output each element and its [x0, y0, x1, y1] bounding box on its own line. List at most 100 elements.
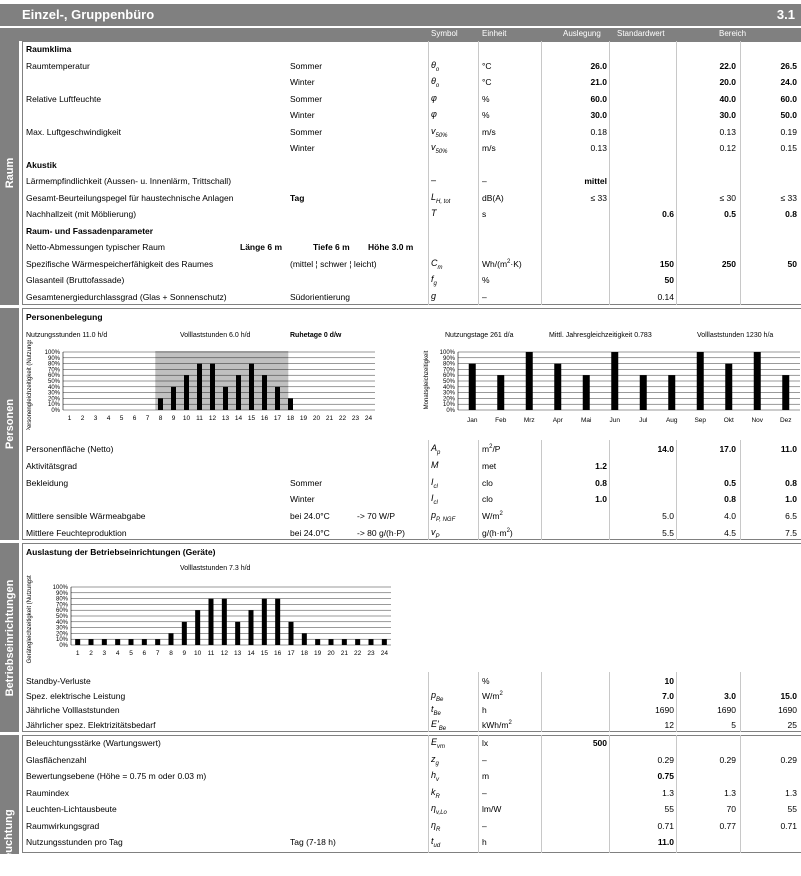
row-label: Mittlere sensible Wärmeabgabe [26, 511, 146, 522]
chart-geraete-tag: Gerätegleichzeitigkeit (Nutzungstag) 0%10… [27, 575, 391, 663]
x-tick-label: 15 [248, 415, 256, 422]
x-tick-label: 7 [146, 415, 150, 422]
row-unit: m/s [482, 126, 496, 137]
bar [381, 639, 387, 645]
y-tick-label: 90% [56, 591, 69, 597]
x-tick-label: 23 [352, 415, 360, 422]
bar [168, 633, 174, 645]
row-bereich-max: 1.3 [785, 787, 797, 798]
y-tick-label: 40% [48, 385, 61, 391]
bar [554, 363, 562, 410]
bar [497, 375, 505, 410]
x-tick-label: Mrz [524, 417, 535, 424]
row-unit: clo [482, 477, 493, 488]
bar [221, 598, 227, 645]
geraete-heading: Auslastung der Betriebseinrichtungen (Ge… [26, 547, 216, 557]
row-label: Bekleidung [26, 477, 69, 488]
y-axis-label: Monatsgleichzeitigkeit [424, 350, 430, 409]
row-bereich-max: ≤ 33 [780, 192, 797, 203]
row-bereich-max: 6.5 [785, 511, 797, 522]
row-label: Personenfläche (Netto) [26, 444, 114, 454]
row-label: Netto-Abmessungen typischer Raum [26, 242, 165, 252]
row-bereich-min: 0.5 [724, 209, 736, 219]
column-divider [740, 672, 741, 732]
row-unit: – [482, 176, 487, 186]
row-label: Relative Luftfeuchte [26, 93, 102, 104]
x-tick-label: 5 [120, 415, 124, 422]
column-divider [676, 735, 677, 853]
row-symbol: Cm [431, 257, 443, 271]
row-symbol: tud [431, 836, 441, 849]
x-tick-label: 18 [301, 650, 309, 657]
section-beleuchtung [22, 735, 801, 853]
row-label: Gesamtenergiedurchlassgrad (Glas + Sonne… [26, 291, 227, 302]
row-label: Raumklima [26, 44, 72, 54]
x-tick-label: 3 [103, 650, 107, 657]
row-standardwert: 1.3 [662, 787, 674, 798]
x-tick-label: 14 [235, 415, 243, 422]
x-tick-label: 19 [314, 650, 322, 657]
x-tick-label: Apr [553, 417, 564, 424]
usage-info: Volllaststunden 1230 h/a [697, 332, 774, 339]
x-tick-label: 17 [274, 415, 282, 422]
row-bereich-min: 0.77 [719, 820, 736, 831]
row-standardwert: 0.75 [657, 771, 674, 781]
bar [355, 639, 361, 645]
title-bar: Einzel-, Gruppenbüro 3.1 [0, 4, 801, 26]
column-header-bar: Symbol Einheit Auslegung Standardwert Be… [0, 28, 801, 41]
row-unit: % [482, 676, 490, 686]
row-condition: bei 24.0°C [290, 511, 330, 522]
row-symbol: v50% [431, 125, 448, 139]
row-standardwert: 12 [664, 719, 674, 730]
bar [128, 639, 134, 645]
row-unit: % [482, 110, 490, 120]
row-symbol: E'Be [431, 718, 447, 732]
row-bereich-min: 0.12 [719, 143, 736, 153]
row-dimension: Tiefe 6 m [313, 242, 350, 252]
row-auslegung: 21.0 [590, 77, 607, 87]
y-tick-label: 90% [443, 356, 456, 362]
x-tick-label: 10 [194, 650, 202, 657]
row-bereich-min: 40.0 [719, 93, 736, 104]
bar [315, 639, 321, 645]
row-label: Beleuchtungsstärke (Wartungswert) [26, 738, 161, 748]
row-bereich-max: 0.15 [780, 143, 797, 153]
x-tick-label: 3 [94, 415, 98, 422]
row-bereich-min: 0.13 [719, 126, 736, 137]
row-bereich-min: 0.29 [719, 754, 736, 765]
column-divider [609, 440, 610, 540]
bar [184, 375, 189, 410]
x-tick-label: 23 [367, 650, 375, 657]
row-standardwert: 5.5 [662, 528, 674, 538]
row-label: Raumtemperatur [26, 60, 90, 71]
row-condition: Sommer [290, 93, 323, 104]
bar [181, 621, 187, 645]
column-divider [428, 41, 429, 305]
y-tick-label: 60% [48, 373, 61, 379]
side-label-raum: Raum [0, 41, 19, 305]
y-tick-label: 30% [443, 391, 456, 397]
row-label: Gesamt-Beurteilungspegel für haustechnis… [26, 192, 234, 203]
bar [155, 639, 161, 645]
row-condition: Südorientierung [290, 291, 351, 302]
x-tick-label: 12 [221, 650, 229, 657]
bar [197, 363, 202, 410]
row-bereich-min: 0.8 [724, 494, 736, 505]
header-standardwert: Standardwert [617, 29, 665, 38]
page-title: Einzel-, Gruppenbüro [22, 7, 155, 22]
row-unit: m [482, 771, 490, 781]
bar [782, 375, 790, 410]
chart-personen-tag: Personengleichzeitigkeit (Nutzungstag) 0%… [27, 340, 375, 430]
x-tick-label: 7 [156, 650, 160, 657]
row-condition: Winter [290, 143, 315, 153]
row-bereich-max: 60.0 [780, 93, 797, 104]
x-tick-label: 22 [339, 415, 347, 422]
row-condition: Sommer [290, 477, 323, 488]
row-symbol: vP [431, 527, 440, 540]
row-symbol: zg [431, 753, 439, 767]
row-symbol: – [431, 175, 437, 185]
x-tick-label: Mai [581, 417, 591, 424]
x-tick-label: 18 [287, 415, 295, 422]
row-symbol: pP, NGF [431, 510, 456, 523]
column-divider [609, 41, 610, 305]
